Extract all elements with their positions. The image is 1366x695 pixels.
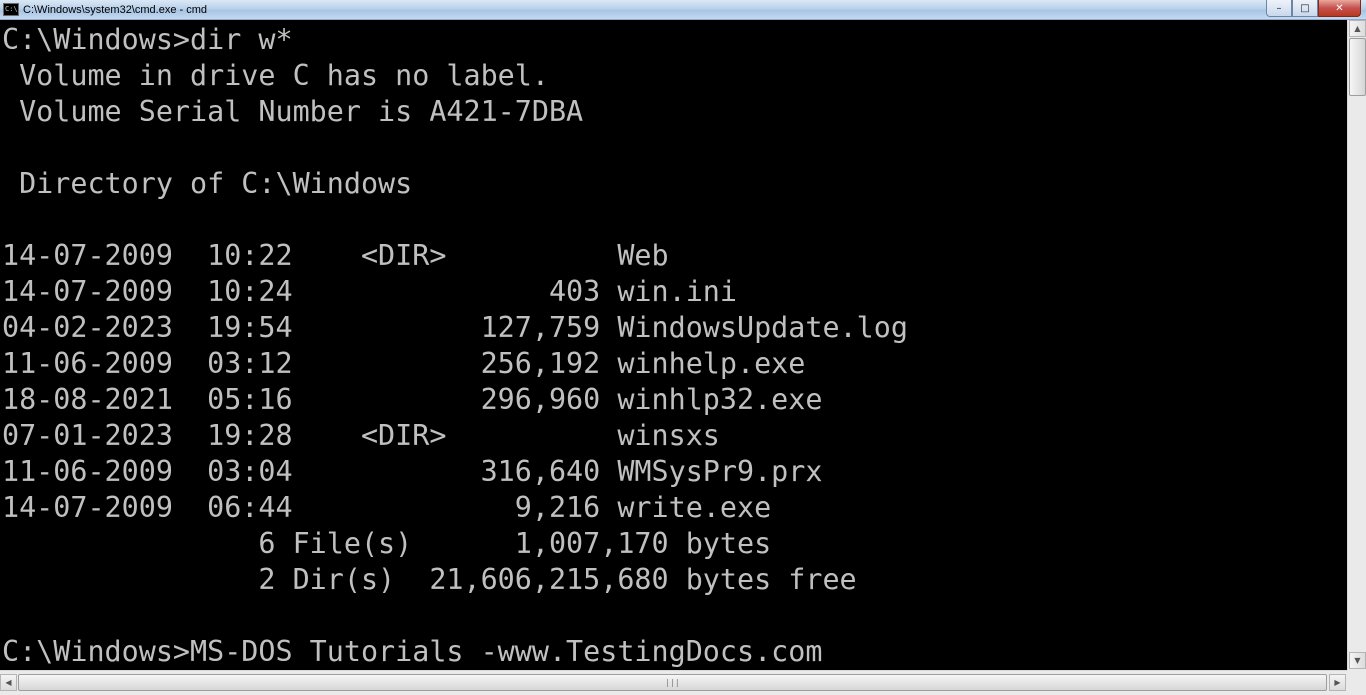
horizontal-scrollbar[interactable]: ◀ ||| ▶	[0, 670, 1347, 695]
scroll-down-button[interactable]: ▼	[1349, 652, 1366, 669]
vertical-scroll-thumb[interactable]	[1349, 38, 1366, 96]
maximize-icon: □	[1300, 2, 1310, 14]
horizontal-scroll-thumb[interactable]: |||	[18, 674, 1327, 691]
scroll-right-button[interactable]: ▶	[1329, 674, 1346, 691]
close-button[interactable]: ✕	[1318, 0, 1361, 17]
console-line: 18-08-2021 05:16 296,960 winhlp32.exe	[2, 383, 823, 416]
console-line: Directory of C:\Windows	[2, 167, 413, 200]
scrollbar-corner	[1347, 670, 1366, 695]
console-line: 11-06-2009 03:04 316,640 WMSysPr9.prx	[2, 455, 823, 488]
console-line: 04-02-2023 19:54 127,759 WindowsUpdate.l…	[2, 311, 908, 344]
console-line: 07-01-2023 19:28 <DIR> winsxs	[2, 419, 720, 452]
scroll-left-button[interactable]: ◀	[0, 674, 17, 691]
console-line: 14-07-2009 10:22 <DIR> Web	[2, 239, 669, 272]
console-line: 11-06-2009 03:12 256,192 winhelp.exe	[2, 347, 806, 380]
minimize-icon: –	[1276, 2, 1282, 14]
window-controls: – □ ✕	[1266, 0, 1361, 18]
grip-icon: |||	[665, 678, 680, 687]
console-line: C:\Windows>MS-DOS Tutorials -www.Testing…	[2, 635, 823, 668]
arrow-up-icon: ▲	[1354, 24, 1361, 33]
console-line: 14-07-2009 10:24 403 win.ini	[2, 275, 737, 308]
console-line: C:\Windows>dir w*	[2, 23, 293, 56]
console-line: 2 Dir(s) 21,606,215,680 bytes free	[2, 563, 857, 596]
console-line: 14-07-2009 06:44 9,216 write.exe	[2, 491, 772, 524]
console-line: Volume Serial Number is A421-7DBA	[2, 95, 584, 128]
close-icon: ✕	[1335, 2, 1344, 14]
arrow-down-icon: ▼	[1354, 656, 1361, 665]
arrow-left-icon: ◀	[5, 678, 12, 687]
cmd-window: C:\ C:\Windows\system32\cmd.exe - cmd – …	[0, 0, 1366, 695]
console-output[interactable]: C:\Windows>dir w* Volume in drive C has …	[0, 20, 1347, 670]
console-line: 6 File(s) 1,007,170 bytes	[2, 527, 772, 560]
arrow-right-icon: ▶	[1334, 678, 1341, 687]
vertical-scrollbar[interactable]: ▲ ▼	[1347, 20, 1366, 670]
window-title: C:\Windows\system32\cmd.exe - cmd	[23, 4, 207, 16]
console-line: Volume in drive C has no label.	[2, 59, 549, 92]
cmd-app-icon[interactable]: C:\	[3, 3, 19, 16]
minimize-button[interactable]: –	[1266, 0, 1292, 17]
scroll-up-button[interactable]: ▲	[1349, 20, 1366, 37]
title-bar[interactable]: C:\ C:\Windows\system32\cmd.exe - cmd – …	[0, 0, 1366, 20]
maximize-button[interactable]: □	[1292, 0, 1318, 17]
